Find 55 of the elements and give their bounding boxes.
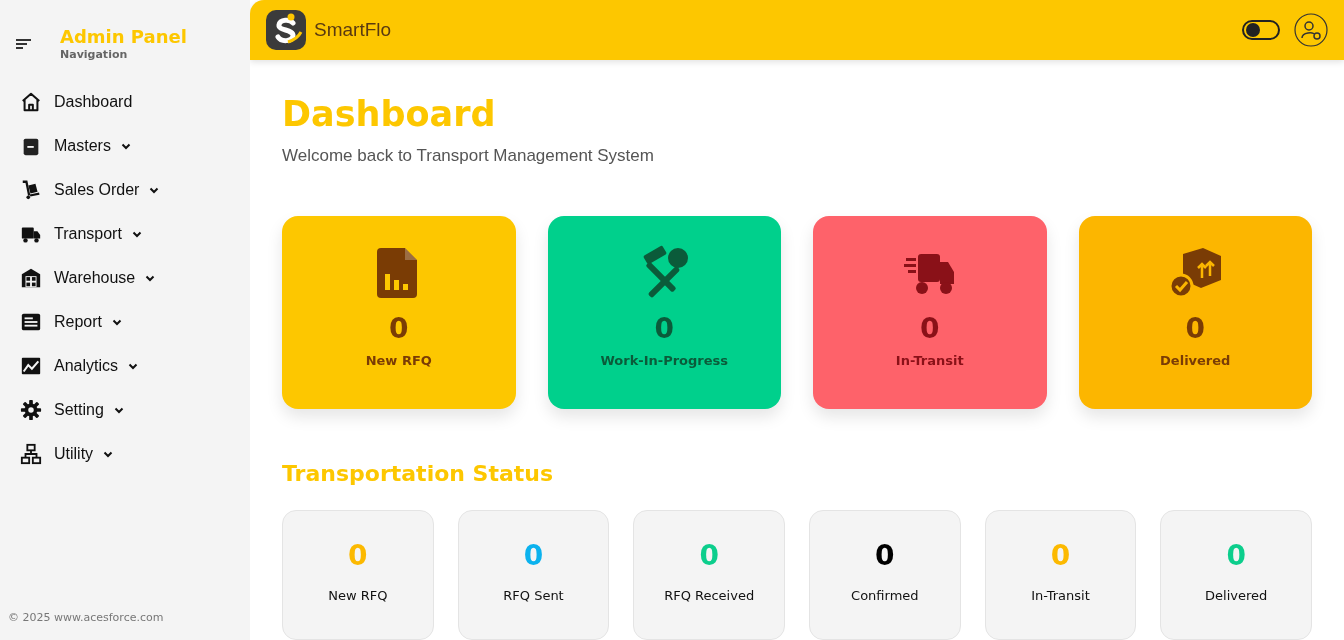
copyright-text: © 2025 www.acesforce.com [8, 611, 164, 624]
status-label: RFQ Received [664, 588, 755, 603]
card-value: 0 [1185, 312, 1205, 345]
logo-icon [266, 10, 306, 50]
chevron-down-icon [120, 142, 131, 150]
status-value: 0 [1226, 539, 1246, 572]
chart-icon [20, 355, 42, 377]
section-title: Transportation Status [282, 461, 555, 486]
card-value: 0 [920, 312, 940, 345]
nav-item[interactable]: Report [54, 313, 123, 331]
brand-name: SmartFlo [314, 19, 392, 41]
menu-icon[interactable] [16, 38, 32, 50]
status-value: 0 [1050, 539, 1071, 572]
network-icon [20, 443, 42, 465]
chevron-down-icon [103, 450, 114, 458]
chevron-down-icon [112, 318, 123, 326]
status-label: New RFQ [328, 588, 388, 603]
status-label: In-Transit [1031, 588, 1090, 603]
nav-item[interactable]: Utility [54, 445, 114, 463]
chevron-down-icon [128, 362, 139, 370]
home-icon [20, 91, 42, 113]
card-label: New RFQ [365, 353, 432, 368]
chevron-down-icon [113, 406, 124, 414]
card-value: 0 [389, 312, 409, 345]
sidebar-title: Admin Panel [60, 26, 187, 48]
settings-icon [20, 399, 42, 421]
user-settings-icon[interactable] [1294, 13, 1328, 47]
page-title: Dashboard [282, 94, 497, 134]
nav-item[interactable]: Setting [54, 401, 124, 419]
card-label: Work-In-Progress [600, 353, 729, 368]
status-label: RFQ Sent [503, 588, 564, 603]
chevron-down-icon [149, 186, 160, 194]
nav-item[interactable]: Warehouse [54, 269, 156, 287]
card-label: Delivered [1160, 353, 1231, 368]
hand-truck-icon [20, 179, 42, 201]
status-value: 0 [348, 539, 368, 572]
nav-item[interactable]: Analytics [54, 357, 139, 375]
nav-item[interactable]: Dashboard [54, 93, 133, 111]
page-subtitle: Welcome back to Transport Management System [282, 146, 655, 166]
chevron-down-icon [145, 274, 156, 282]
document-icon [20, 311, 42, 333]
card-label: In-Transit [895, 353, 964, 368]
chevron-down-icon [131, 230, 142, 238]
nav-item[interactable]: Sales Order [54, 181, 160, 199]
status-value: 0 [523, 539, 544, 572]
status-label: Confirmed [851, 588, 919, 603]
status-label: Delivered [1205, 588, 1268, 603]
nav-item[interactable]: Masters [54, 137, 131, 155]
card-value: 0 [654, 312, 674, 345]
warehouse-icon [20, 267, 42, 289]
nav-item[interactable]: Transport [54, 225, 142, 243]
sidebar-subtitle: Navigation [60, 48, 129, 62]
status-value: 0 [875, 539, 895, 572]
theme-toggle[interactable] [1242, 20, 1280, 40]
status-value: 0 [699, 539, 719, 572]
